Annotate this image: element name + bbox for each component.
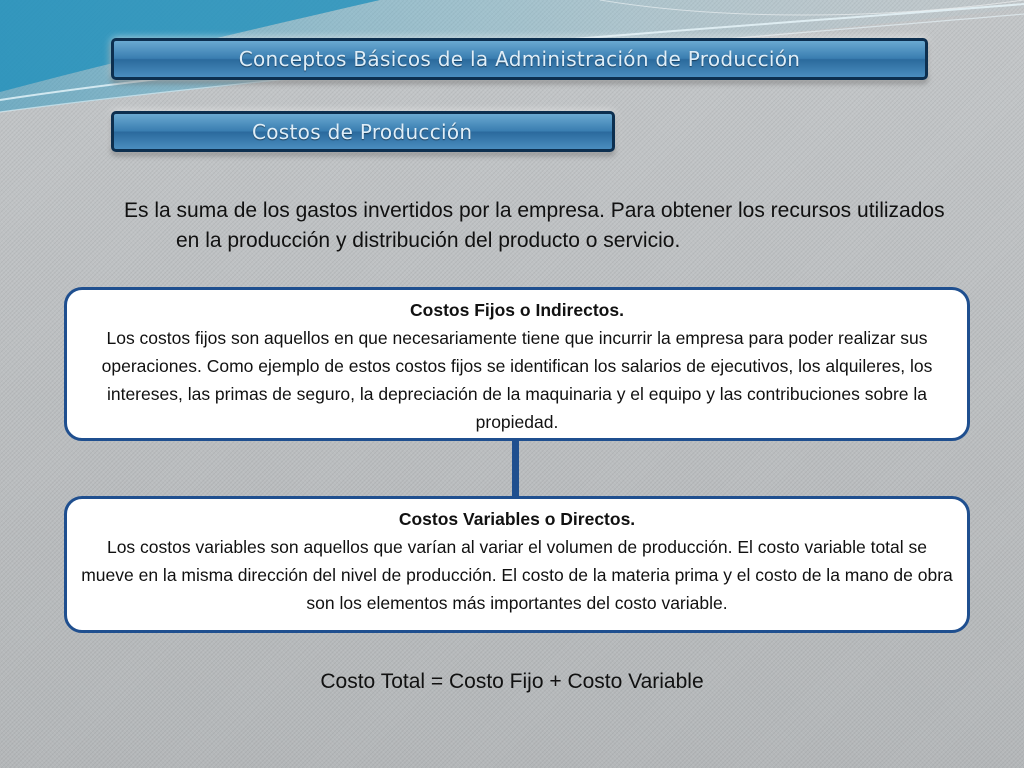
subtitle: Costos de Producción (252, 119, 473, 144)
fixed-costs-box: Costos Fijos o Indirectos. Los costos fi… (64, 287, 970, 441)
variable-costs-title: Costos Variables o Directos. (398, 509, 636, 529)
main-title-bar: Conceptos Básicos de la Administración d… (111, 38, 928, 80)
intro-paragraph: Es la suma de los gastos invertidos por … (124, 199, 945, 252)
variable-costs-box: Costos Variables o Directos. Los costos … (64, 496, 970, 633)
variable-costs-text: Los costos variables son aquellos que va… (81, 537, 953, 613)
box-connector (512, 440, 519, 497)
fixed-costs-text: Los costos fijos son aquellos en que nec… (101, 328, 933, 432)
subtitle-bar: Costos de Producción (111, 111, 615, 152)
total-cost-formula: Costo Total = Costo Fijo + Costo Variabl… (320, 670, 704, 693)
main-title: Conceptos Básicos de la Administración d… (238, 47, 801, 71)
fixed-costs-title: Costos Fijos o Indirectos. (410, 300, 624, 320)
